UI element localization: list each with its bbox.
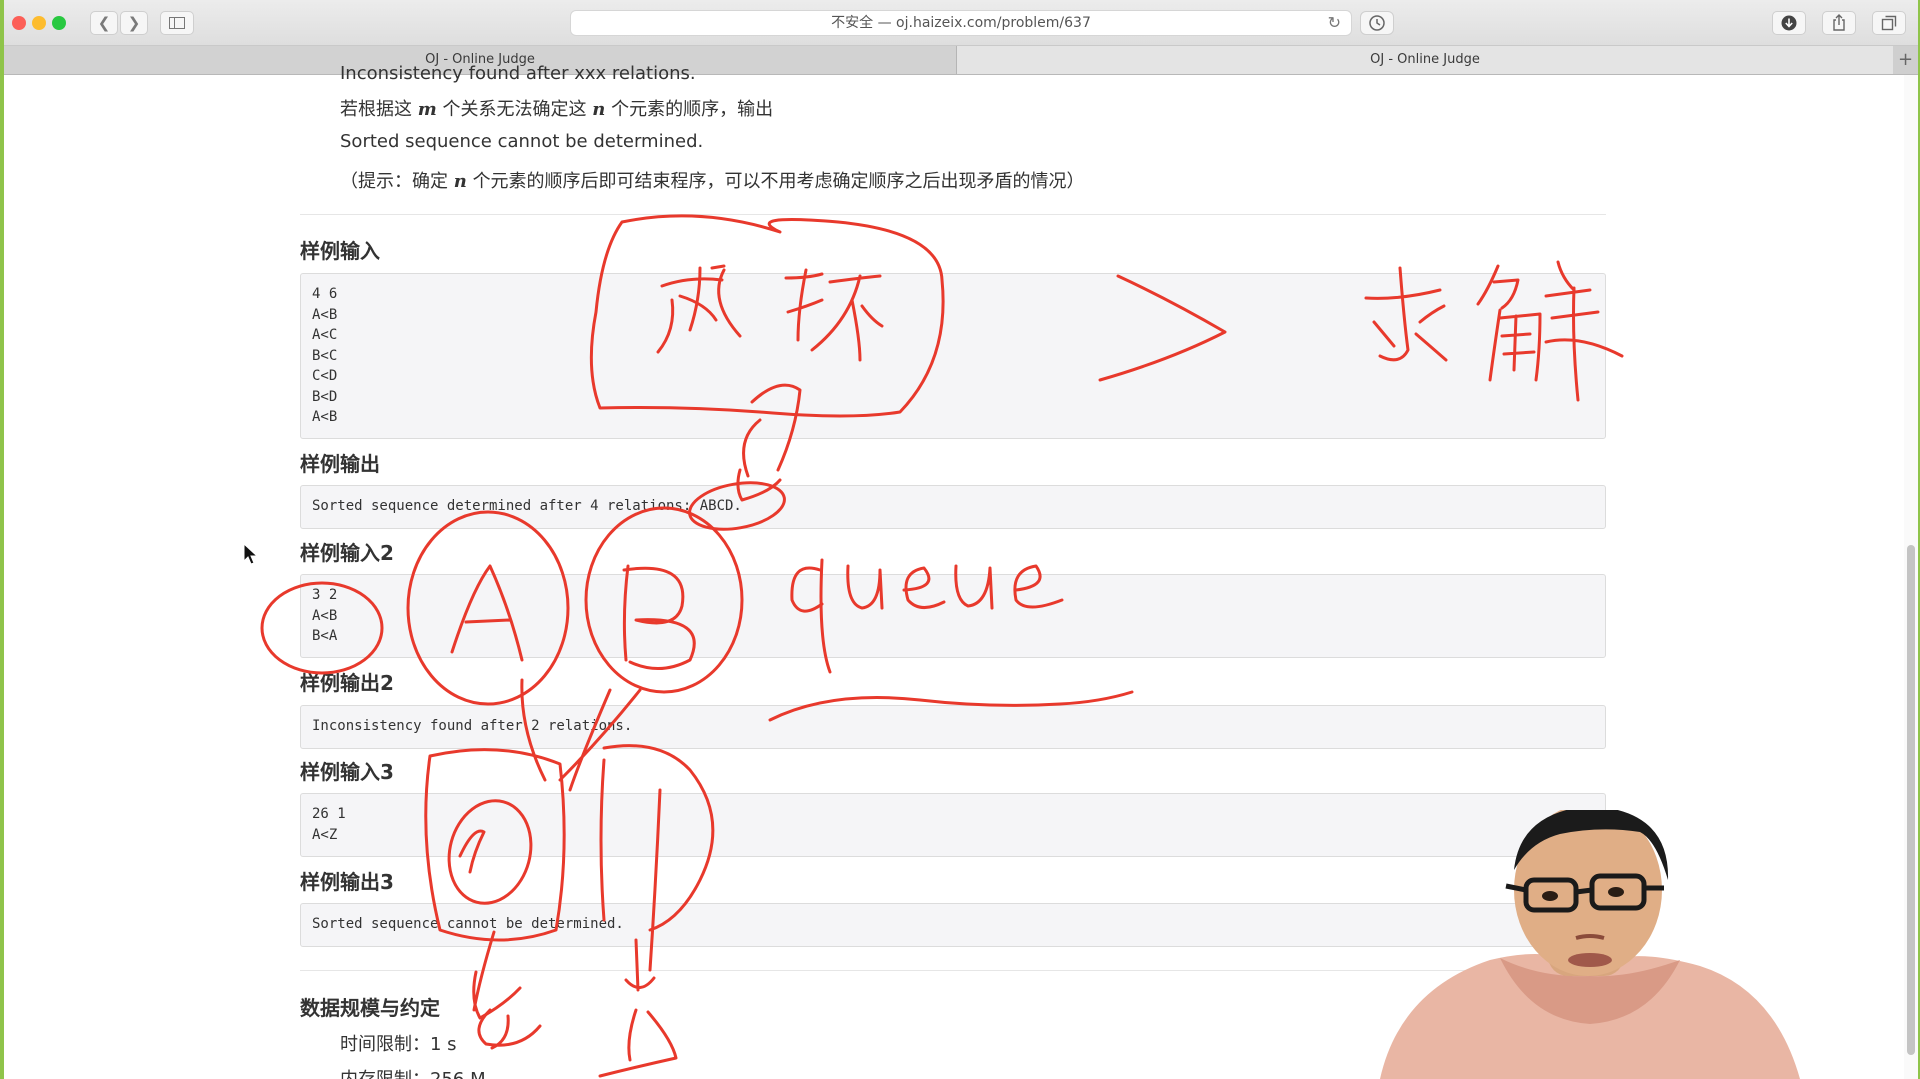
divider — [300, 214, 1606, 215]
minimize-window-button[interactable] — [32, 16, 46, 30]
sample-output-2-box: Inconsistency found after 2 relations. — [300, 705, 1606, 749]
scrollbar-thumb[interactable] — [1907, 545, 1915, 1055]
code-line: 3 2 — [312, 587, 338, 603]
tab-2[interactable]: OJ - Online Judge — [957, 46, 1893, 74]
code-line: A<B — [312, 306, 338, 323]
clock-icon — [1369, 15, 1385, 31]
downloads-button[interactable] — [1772, 11, 1806, 35]
code-line: A<B — [312, 607, 338, 624]
memory-limit-text: 内存限制：256 M — [340, 1065, 486, 1079]
sidebar-icon — [169, 17, 185, 29]
zoom-window-button[interactable] — [52, 16, 66, 30]
sidebar-button[interactable] — [160, 11, 194, 35]
sample-input-1-box: 4 6 A<B A<C B<C C<D B<D A<B — [300, 273, 1606, 439]
code-line: B<A — [312, 628, 338, 644]
share-icon — [1833, 14, 1845, 31]
sample-output-1-heading: 样例输出 — [300, 452, 380, 476]
code-line: A<B — [312, 409, 338, 425]
download-icon — [1781, 15, 1797, 31]
sample-output-3-heading: 样例输出3 — [300, 870, 394, 894]
title-bar: ❮ ❯ 不安全 — oj.haizeix.com/problem/637 ↻ — [4, 0, 1918, 46]
sample-input-2-box: 3 2 A<B B<A — [300, 574, 1606, 658]
close-window-button[interactable] — [12, 16, 26, 30]
sample-input-1-heading: 样例输入 — [300, 239, 380, 263]
partial-text-line: Inconsistency found after xxx relations. — [340, 63, 696, 84]
share-button[interactable] — [1822, 11, 1856, 35]
tab-label: OJ - Online Judge — [1370, 52, 1480, 67]
reload-icon[interactable]: ↻ — [1328, 11, 1341, 35]
sample-output-2-heading: 样例输出2 — [300, 671, 394, 695]
sample-input-3-heading: 样例输入3 — [300, 760, 394, 784]
code-line: Inconsistency found after 2 relations. — [312, 718, 633, 734]
sample-output-1-box: Sorted sequence determined after 4 relat… — [300, 485, 1606, 529]
code-line: 4 6 — [312, 286, 338, 302]
chevron-right-icon: ❯ — [127, 14, 141, 32]
limits-heading: 数据规模与约定 — [300, 996, 440, 1020]
time-limit-text: 时间限制：1 s — [340, 1034, 457, 1055]
code-line: A<C — [312, 327, 338, 343]
problem-text-line: 若根据这 m 个关系无法确定这 n 个元素的顺序，输出 — [340, 99, 774, 120]
tab-bar: OJ - Online Judge OJ - Online Judge + — [4, 46, 1918, 75]
code-line: C<D — [312, 368, 338, 384]
tab-overview-button[interactable] — [1872, 11, 1906, 35]
code-line: B<D — [312, 388, 338, 405]
undetermined-text: Sorted sequence cannot be determined. — [340, 131, 704, 152]
address-bar[interactable]: 不安全 — oj.haizeix.com/problem/637 ↻ — [570, 10, 1352, 36]
tabs-icon — [1881, 15, 1897, 31]
new-tab-button[interactable]: + — [1893, 46, 1918, 74]
plus-icon: + — [1897, 49, 1914, 70]
code-line: Sorted sequence determined after 4 relat… — [312, 498, 742, 514]
hint-text: （提示：确定 n 个元素的顺序后即可结束程序，可以不用考虑确定顺序之后出现矛盾的… — [340, 171, 1085, 192]
scrollbar[interactable] — [1904, 75, 1918, 1079]
sample-input-2-heading: 样例输入2 — [300, 541, 394, 565]
forward-button[interactable]: ❯ — [120, 11, 148, 35]
chevron-left-icon: ❮ — [97, 14, 111, 32]
back-button[interactable]: ❮ — [90, 11, 118, 35]
history-button[interactable] — [1360, 11, 1394, 35]
code-line: B<C — [312, 347, 338, 364]
address-text: 不安全 — oj.haizeix.com/problem/637 — [831, 15, 1091, 31]
presenter-webcam-overlay — [1380, 810, 1800, 1079]
mouse-cursor-icon — [243, 543, 259, 565]
